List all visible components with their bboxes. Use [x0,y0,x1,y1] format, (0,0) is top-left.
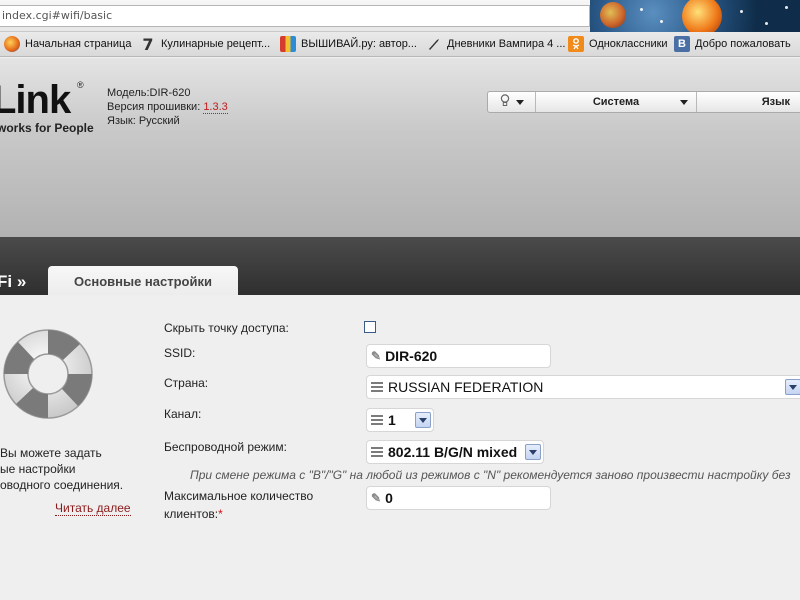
lifebuoy-icon [3,329,93,419]
model-value: DIR-620 [149,87,191,99]
ssid-label: SSID: [164,346,196,360]
mode-change-note: При смене режима с "B"/"G" на любой из р… [190,468,791,482]
mode-value: 802.11 B/G/N mixed [388,444,518,460]
lightbulb-icon [500,94,510,110]
max-clients-label: Максимальное количество клиентов:* [164,489,314,521]
language-menu-button[interactable]: Язык [697,92,800,112]
chevron-down-icon [785,379,800,395]
channel-label: Канал: [164,407,202,421]
chevron-down-icon [515,99,524,105]
hide-ap-checkbox[interactable] [364,321,376,333]
chevron-down-icon [415,412,431,428]
odnoklassniki-icon [568,36,584,52]
country-label: Страна: [164,376,209,390]
list-icon [371,445,383,459]
router-header: Link ® works for People Модель:DIR-620 В… [0,58,800,238]
chevron-down-icon [680,100,688,105]
bookmark-label: ВЫШИВАЙ.ру: автор... [301,38,417,50]
read-more-link[interactable]: Читать далее [55,501,131,516]
bookmark-odnoklassniki[interactable]: Одноклассники [564,32,670,56]
bookmark-home[interactable]: Начальная страница [0,32,136,56]
browser-toolbar: index.cgi#wifi/basic [0,0,800,32]
system-menu-button[interactable]: Система [536,92,697,112]
mode-label: Беспроводной режим: [164,440,287,454]
seven-icon: 7 [142,34,154,54]
chevron-down-icon [525,444,541,460]
hide-ap-label: Скрыть точку доступа: [164,321,289,335]
bookmark-label: Одноклассники [589,38,668,50]
bookmark-label: Кулинарные рецепт... [161,38,271,50]
address-bar[interactable]: index.cgi#wifi/basic [0,5,590,27]
vk-icon: В [674,36,690,52]
bookmark-label: Начальная страница [25,38,132,50]
top-menu: Система Язык [487,91,800,113]
bookmark-vampire-diaries[interactable]: Дневники Вампира 4 ... [422,32,566,56]
bookmark-recipes[interactable]: 7 Кулинарные рецепт... [136,32,276,56]
firefox-icon [4,36,20,52]
logo-slogan: works for People [0,121,94,135]
bookmark-label: Добро пожаловать [695,38,791,50]
pencil-icon: ✎ [371,491,382,505]
model-line: Модель:DIR-620 [107,87,191,99]
language-value: Русский [138,115,180,127]
max-clients-value: 0 [385,490,393,506]
help-text: Вы можете задать ые настройки оводного с… [0,446,124,492]
bookmark-vk[interactable]: В Добро пожаловать [670,32,800,56]
channel-select[interactable]: 1 [366,408,434,432]
logo-text: Link [0,78,71,122]
logo-registered-mark: ® [77,80,84,90]
max-clients-input[interactable]: ✎ 0 [366,486,551,510]
list-icon [371,380,383,394]
language-line: Язык: Русский [107,115,180,127]
breadcrumb[interactable]: Fi » [0,272,26,292]
country-value: RUSSIAN FEDERATION [388,379,544,395]
required-asterisk: * [218,507,223,521]
bookmark-vyshivai[interactable]: ВЫШИВАЙ.ру: автор... [276,32,422,56]
main-content: Вы можете задать ые настройки оводного с… [0,295,800,600]
language-menu-label: Язык [761,96,790,108]
bookmark-label: Дневники Вампира 4 ... [447,38,566,50]
tab-basic-settings[interactable]: Основные настройки [48,266,238,296]
firmware-line: Версия прошивки: 1.3.3 [107,101,228,114]
toolbar-theme-artwork [590,0,800,32]
vyshivai-icon [280,36,296,52]
pencil-icon: ✎ [371,349,382,363]
ssid-input[interactable]: ✎ DIR-620 [366,344,551,368]
channel-value: 1 [388,412,396,428]
system-menu-label: Система [592,96,640,108]
list-icon [371,413,383,427]
firefox-logo-icon [600,2,626,28]
device-info: Модель:DIR-620 Версия прошивки: 1.3.3 Яз… [107,86,228,128]
firmware-link[interactable]: 1.3.3 [203,101,228,114]
firefox-logo-large-icon [682,0,722,32]
mode-select[interactable]: 802.11 B/G/N mixed [366,440,544,464]
bookmarks-toolbar: Начальная страница 7 Кулинарные рецепт..… [0,32,800,57]
tips-menu-button[interactable] [488,92,536,112]
ssid-value: DIR-620 [385,348,438,364]
knife-icon [426,36,442,52]
country-select[interactable]: RUSSIAN FEDERATION [366,375,800,399]
dlink-logo: Link ® works for People [0,78,100,138]
